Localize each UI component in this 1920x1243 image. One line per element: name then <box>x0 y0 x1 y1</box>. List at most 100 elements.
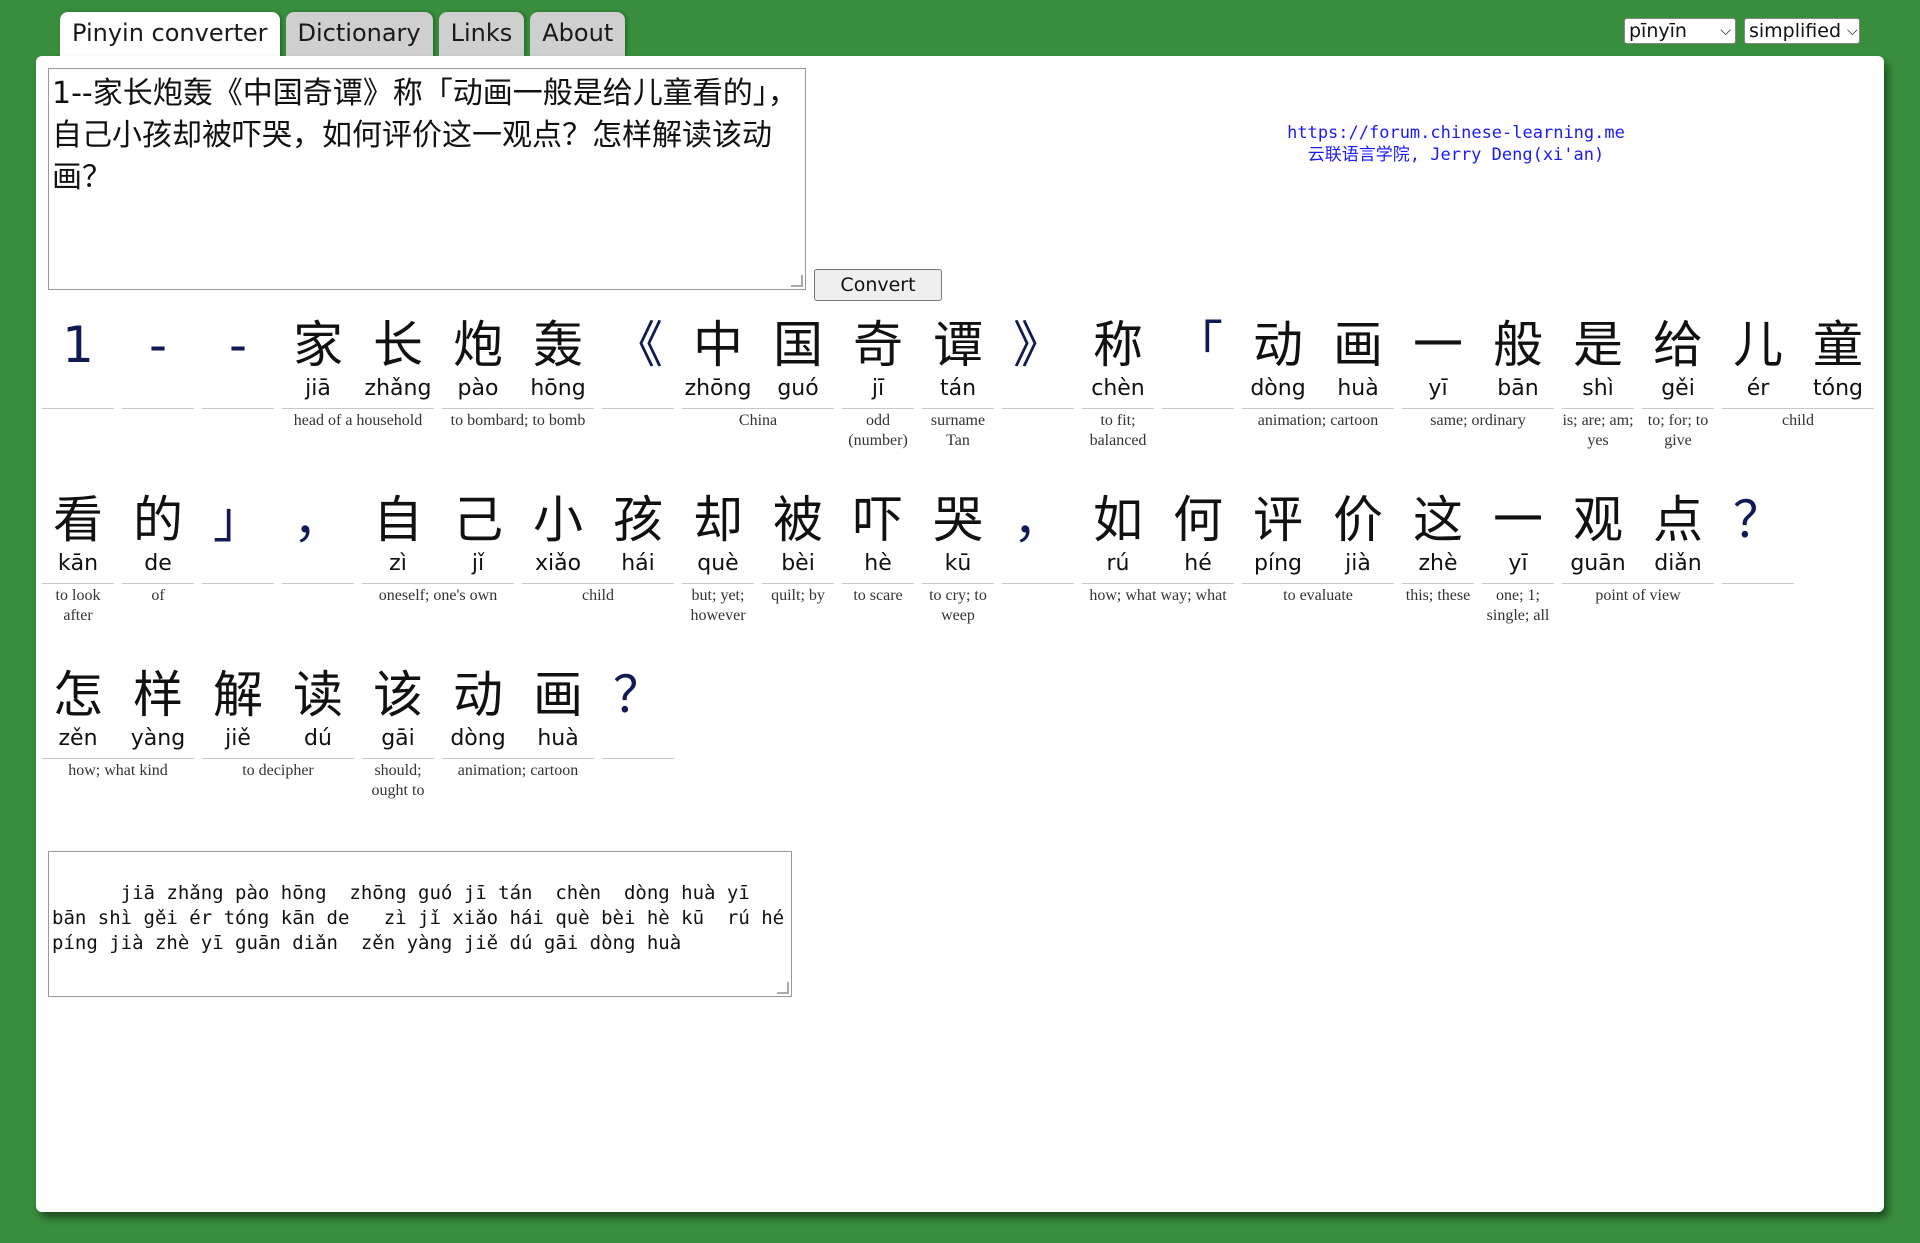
convert-button[interactable]: Convert <box>814 269 942 301</box>
english-gloss: head of a household <box>293 412 423 429</box>
word-group[interactable]: 小 xiǎo 孩 hái child <box>522 489 674 606</box>
hanzi-char: 给 <box>1653 316 1703 374</box>
english-gloss: to; for; to give <box>1647 412 1709 449</box>
char-cell: 奇 jī <box>842 314 914 404</box>
char-cell: ， <box>282 489 354 579</box>
word-group[interactable]: 《 <box>602 314 674 411</box>
char-cell: 是 shì <box>1562 314 1634 404</box>
pinyin-syllable: bèi <box>781 551 815 576</box>
char-cell: 一 yī <box>1482 489 1554 579</box>
converter-panel: 1--家长炮轰《中国奇谭》称「动画一般是给儿童看的」，自己小孩却被吓哭，如何评价… <box>36 56 1884 1212</box>
char-cell: 长 zhǎng <box>362 314 434 404</box>
pinyin-syllable: jī <box>871 376 885 401</box>
word-group[interactable]: 炮 pào 轰 hōng to bombard; to bomb <box>442 314 594 431</box>
pinyin-syllable: kū <box>944 551 972 576</box>
word-group[interactable]: 称 chèn to fit; balanced <box>1082 314 1154 451</box>
word-group[interactable]: 一 yī 般 bān same; ordinary <box>1402 314 1554 431</box>
chinese-input-textarea[interactable]: 1--家长炮轰《中国奇谭》称「动画一般是给儿童看的」，自己小孩却被吓哭，如何评价… <box>48 68 806 290</box>
tab-dictionary[interactable]: Dictionary <box>285 12 433 56</box>
word-group[interactable]: 给 gěi to; for; to give <box>1642 314 1714 451</box>
resize-handle-icon[interactable] <box>777 982 789 994</box>
pinyin-syllable <box>202 551 274 579</box>
resize-handle-icon[interactable] <box>791 275 803 287</box>
word-group[interactable]: 儿 ér 童 tóng child <box>1722 314 1874 431</box>
pinyin-syllable <box>1002 376 1074 404</box>
word-group[interactable]: - <box>122 314 194 411</box>
hanzi-char: 是 <box>1573 316 1623 374</box>
word-group[interactable]: 「 <box>1162 314 1234 411</box>
pinyin-syllable: hōng <box>530 376 586 401</box>
english-gloss <box>282 584 354 586</box>
word-group[interactable]: 中 zhōng 国 guó China <box>682 314 834 431</box>
hanzi-char: 如 <box>1093 491 1143 549</box>
hanzi-char: 被 <box>773 491 823 549</box>
forum-link[interactable]: https://forum.chinese-learning.me <box>1256 122 1656 144</box>
word-group[interactable]: 奇 jī odd (number) <box>842 314 914 451</box>
char-cell: ， <box>1002 489 1074 579</box>
word-group[interactable]: 的 de of <box>122 489 194 606</box>
word-group[interactable]: 」 <box>202 489 274 586</box>
word-group[interactable]: 如 rú 何 hé how; what way; what <box>1082 489 1234 606</box>
pinyin-syllable: zì <box>389 551 407 576</box>
word-group[interactable]: 这 zhè this; these <box>1402 489 1474 606</box>
word-group[interactable]: 谭 tán surname Tan <box>922 314 994 451</box>
word-group[interactable]: ， <box>1002 489 1074 586</box>
word-group[interactable]: 怎 zěn 样 yàng how; what kind <box>42 664 194 781</box>
pinyin-syllable: jiā <box>305 376 331 401</box>
char-cell: 哭 kū <box>922 489 994 579</box>
hanzi-char: 的 <box>133 491 183 549</box>
word-group[interactable]: ？ <box>602 664 674 761</box>
word-group[interactable]: ？ <box>1722 489 1794 586</box>
char-cell: 给 gěi <box>1642 314 1714 404</box>
pinyin-syllable: hái <box>621 551 655 576</box>
tab-pinyin-converter[interactable]: Pinyin converter <box>60 12 280 60</box>
word-group[interactable]: ， <box>282 489 354 586</box>
word-group[interactable]: 是 shì is; are; am; yes <box>1562 314 1634 451</box>
hanzi-char: 动 <box>453 666 503 724</box>
word-group[interactable]: 动 dòng 画 huà animation; cartoon <box>442 664 594 781</box>
word-group[interactable]: 一 yī one; 1; single; all <box>1482 489 1554 626</box>
word-group[interactable]: - <box>202 314 274 411</box>
pinyin-syllable: jǐ <box>471 551 485 576</box>
pinyin-syllable: chèn <box>1091 376 1145 401</box>
word-group[interactable]: 被 bèi quilt; by <box>762 489 834 606</box>
pinyin-syllable <box>202 376 274 404</box>
word-group[interactable]: 1 <box>42 314 114 411</box>
word-group[interactable]: 该 gāi should; ought to <box>362 664 434 801</box>
word-group[interactable]: 解 jiě 读 dú to decipher <box>202 664 354 781</box>
hanzi-char: 这 <box>1413 491 1463 549</box>
hanzi-char: 评 <box>1253 491 1303 549</box>
word-group[interactable]: 观 guān 点 diǎn point of view <box>1562 489 1714 606</box>
char-cell: 样 yàng <box>122 664 194 754</box>
char-cell: 童 tóng <box>1802 314 1874 404</box>
char-cell: 被 bèi <box>762 489 834 579</box>
annotation-row: 看 kān to look after 的 de of」，自 zì 己 jǐ oneself; o… <box>42 489 1882 664</box>
word-group[interactable]: 家 jiā 长 zhǎng head of a household <box>282 314 434 431</box>
word-group[interactable]: 哭 kū to cry; to weep <box>922 489 994 626</box>
annotation-row: 1- - 家 jiā 长 zhǎng head of a household 炮 pào 轰 hōn… <box>42 314 1882 489</box>
script-select[interactable]: simplified ⌵ <box>1744 18 1860 44</box>
hanzi-char: 轰 <box>533 316 583 374</box>
word-group[interactable]: 动 dòng 画 huà animation; cartoon <box>1242 314 1394 431</box>
pinyin-output-textarea[interactable]: jiā zhǎng pào hōng zhōng guó jī tán chèn… <box>48 851 792 997</box>
english-gloss <box>602 759 674 761</box>
pinyin-syllable: rú <box>1106 551 1130 576</box>
word-group[interactable]: 》 <box>1002 314 1074 411</box>
pinyin-syllable: zěn <box>58 726 98 751</box>
word-group[interactable]: 自 zì 己 jǐ oneself; one's own <box>362 489 514 606</box>
english-gloss: to cry; to weep <box>929 587 987 624</box>
tab-links[interactable]: Links <box>438 12 525 56</box>
char-cell: 「 <box>1162 314 1234 404</box>
word-group[interactable]: 却 què but; yet; however <box>682 489 754 626</box>
char-cell: 1 <box>42 314 114 404</box>
hanzi-char: ？ <box>1733 491 1783 549</box>
word-group[interactable]: 看 kān to look after <box>42 489 114 626</box>
english-gloss: child <box>582 587 614 604</box>
hanzi-char: 解 <box>213 666 263 724</box>
english-gloss: animation; cartoon <box>457 762 579 779</box>
word-group[interactable]: 评 píng 价 jià to evaluate <box>1242 489 1394 606</box>
romanization-select[interactable]: pīnyīn ⌵ <box>1624 18 1736 44</box>
word-group[interactable]: 吓 hè to scare <box>842 489 914 606</box>
hanzi-char: 读 <box>293 666 343 724</box>
tab-about[interactable]: About <box>530 12 626 56</box>
